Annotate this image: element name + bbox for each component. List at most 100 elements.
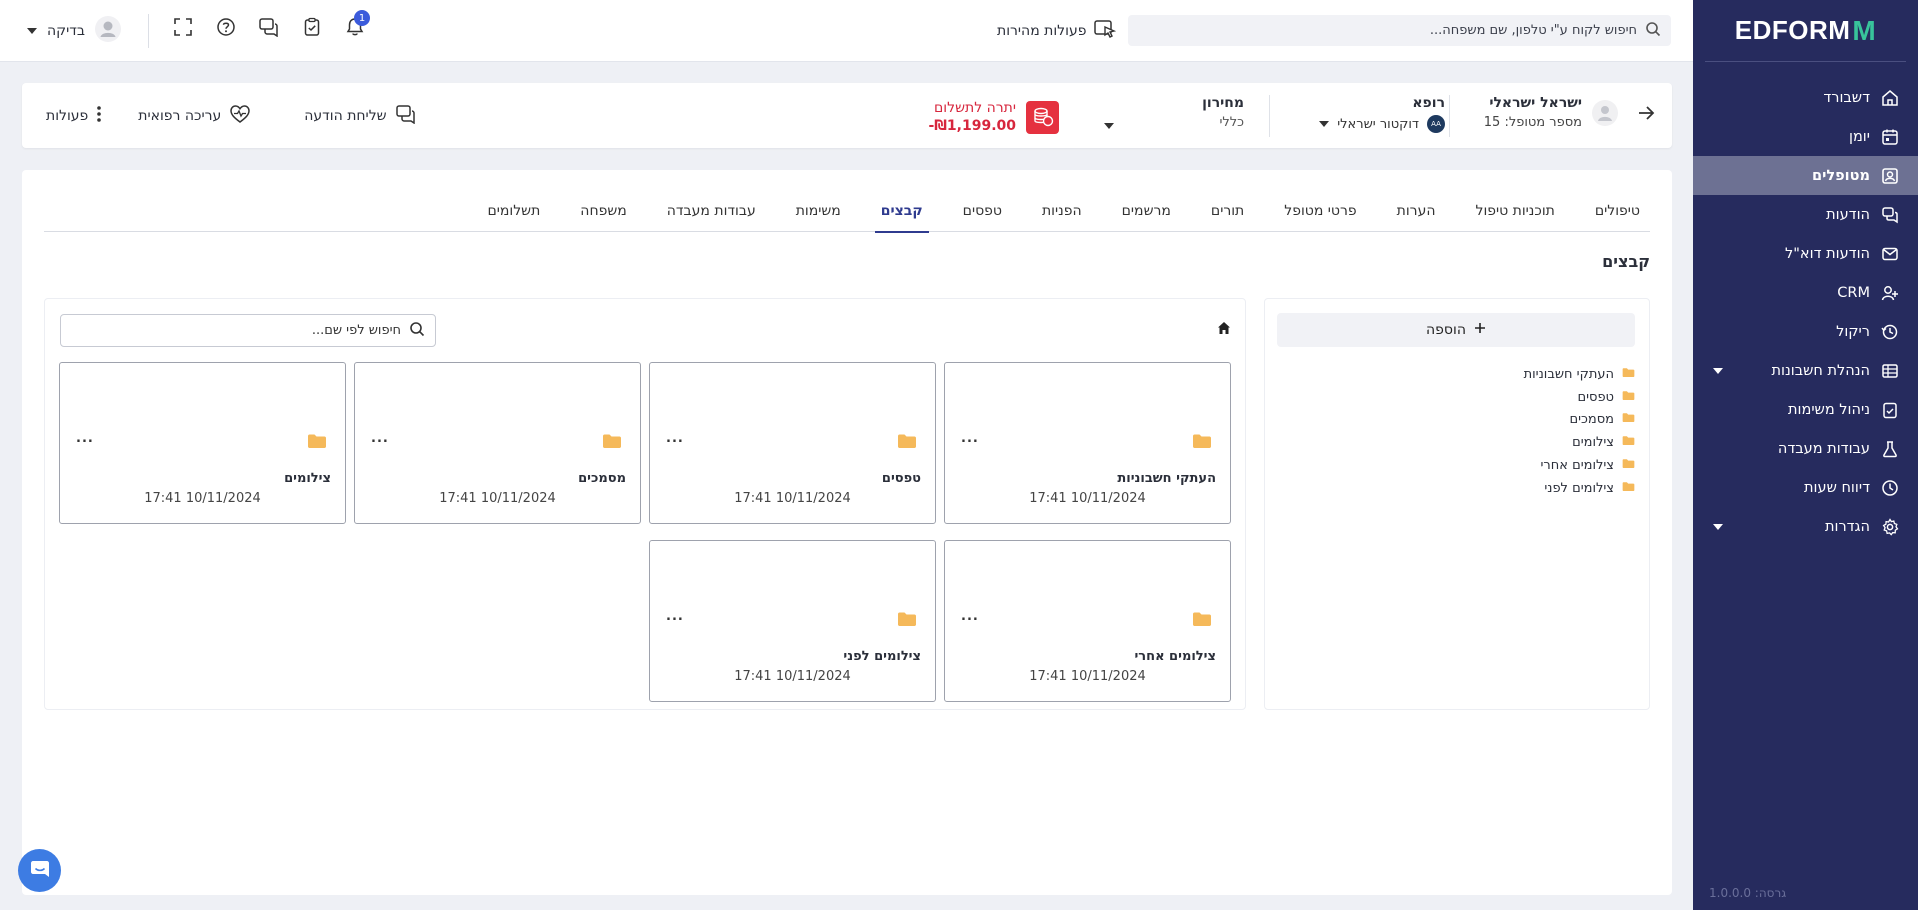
folder-tree-item[interactable]: צילומים לפני bbox=[1524, 477, 1635, 500]
more-options-button[interactable]: ... bbox=[666, 431, 684, 446]
add-button[interactable]: הוספה bbox=[1277, 313, 1635, 347]
chevron-down-icon bbox=[1713, 523, 1723, 530]
chat-button[interactable] bbox=[256, 16, 282, 42]
medical-edit-label: עריכה רפואית bbox=[138, 108, 222, 124]
sidebar-item-label: עבודות מעבדה bbox=[1777, 440, 1870, 457]
coins-icon bbox=[1026, 100, 1059, 134]
folder-icon bbox=[897, 433, 917, 453]
file-search-input[interactable] bbox=[71, 323, 409, 338]
files-panel: ... העתקי חשבוניות 17:41 10/11/2024 ... טפסי… bbox=[44, 298, 1246, 710]
notifications-button[interactable]: 1 bbox=[342, 10, 370, 42]
tab-0[interactable]: טיפולים bbox=[1589, 190, 1646, 232]
tab-11[interactable]: משפחה bbox=[574, 190, 632, 232]
folder-tree-item[interactable]: טפסים bbox=[1524, 386, 1635, 409]
user-name: בדיקה bbox=[47, 23, 85, 39]
tab-12[interactable]: תשלומים bbox=[481, 190, 546, 232]
accounting-icon bbox=[1880, 361, 1900, 381]
user-menu[interactable]: בדיקה bbox=[27, 16, 121, 46]
sidebar-item-mail[interactable]: הודעות דוא"ל bbox=[1693, 234, 1918, 273]
customer-search[interactable] bbox=[1128, 15, 1671, 46]
sidebar-item-calendar[interactable]: יומן bbox=[1693, 117, 1918, 156]
folder-card[interactable]: ... צילומים 17:41 10/11/2024 bbox=[59, 362, 346, 524]
medical-edit-button[interactable]: עריכה רפואית bbox=[138, 104, 251, 128]
help-icon bbox=[216, 17, 236, 41]
folder-tree: העתקי חשבוניות טפסים מסמכים צילומים צילומים … bbox=[1524, 363, 1635, 500]
support-chat-button[interactable] bbox=[18, 849, 61, 892]
sidebar-item-tasks[interactable]: ניהול משימות bbox=[1693, 390, 1918, 429]
patients-icon bbox=[1880, 166, 1900, 186]
divider bbox=[1449, 95, 1450, 137]
tab-3[interactable]: פרטי מטופל bbox=[1278, 190, 1362, 232]
sidebar-item-messages[interactable]: הודעות bbox=[1693, 195, 1918, 234]
folder-tree-item[interactable]: צילומים bbox=[1524, 431, 1635, 454]
folder-tree-item[interactable]: צילומים אחרי bbox=[1524, 454, 1635, 477]
tasks-button[interactable] bbox=[299, 16, 325, 42]
actions-menu-button[interactable]: פעולות bbox=[46, 105, 102, 127]
quick-actions-label: פעולות מהירות bbox=[997, 23, 1087, 39]
folder-icon bbox=[897, 611, 917, 631]
sidebar-item-clock[interactable]: דיווח שעות bbox=[1693, 468, 1918, 507]
tab-5[interactable]: מרשמים bbox=[1116, 190, 1177, 232]
search-icon bbox=[409, 321, 425, 341]
sidebar-item-crm[interactable]: CRM bbox=[1693, 273, 1918, 312]
chevron-down-icon bbox=[27, 28, 37, 34]
send-message-button[interactable]: שליחת הודעה bbox=[304, 104, 416, 128]
more-options-button[interactable]: ... bbox=[961, 609, 979, 624]
balance-label: יתרה לתשלום bbox=[934, 100, 1016, 116]
folder-tree-item[interactable]: מסמכים bbox=[1524, 409, 1635, 432]
folder-card[interactable]: ... מסמכים 17:41 10/11/2024 bbox=[354, 362, 641, 524]
plus-icon bbox=[1474, 322, 1486, 338]
sidebar-nav: דשבורד יומן מטופלים הודעות הודעות דוא"ל CRM רי… bbox=[1693, 78, 1918, 546]
folder-card[interactable]: ... העתקי חשבוניות 17:41 10/11/2024 bbox=[944, 362, 1231, 524]
folder-name: העתקי חשבוניות bbox=[1117, 471, 1216, 486]
sidebar-item-settings[interactable]: הגדרות bbox=[1693, 507, 1918, 546]
help-button[interactable] bbox=[213, 16, 239, 42]
patient-actions: פעולות עריכה רפואית שליחת הודעה bbox=[46, 104, 417, 128]
sidebar-item-accounting[interactable]: הנהלת חשבונות bbox=[1693, 351, 1918, 390]
folder-card[interactable]: ... צילומים אחרי 17:41 10/11/2024 bbox=[944, 540, 1231, 702]
doctor-select[interactable]: רופא AA דוקטור ישראלי bbox=[1319, 95, 1445, 133]
tab-6[interactable]: הפניות bbox=[1036, 190, 1088, 232]
sidebar-item-home[interactable]: דשבורד bbox=[1693, 78, 1918, 117]
logo-text: EDFORM bbox=[1734, 15, 1851, 45]
folder-tree-label: צילומים לפני bbox=[1544, 480, 1614, 496]
actions-label: פעולות bbox=[46, 108, 89, 124]
folder-name: צילומים bbox=[284, 471, 331, 486]
more-options-button[interactable]: ... bbox=[371, 431, 389, 446]
folder-tree-panel: הוספה העתקי חשבוניות טפסים מסמכים צילומים צי… bbox=[1264, 298, 1650, 710]
home-button[interactable] bbox=[1217, 321, 1231, 339]
clipboard-check-icon bbox=[302, 17, 322, 41]
more-options-button[interactable]: ... bbox=[961, 431, 979, 446]
quick-actions-button[interactable]: פעולות מהירות bbox=[997, 19, 1117, 43]
folder-tree-item[interactable]: העתקי חשבוניות bbox=[1524, 363, 1635, 386]
folder-card[interactable]: ... טפסים 17:41 10/11/2024 bbox=[649, 362, 936, 524]
top-icons: 1 bbox=[170, 10, 370, 42]
balance-block[interactable]: יתרה לתשלום -₪1,199.00 bbox=[928, 99, 1059, 135]
divider bbox=[1269, 95, 1270, 137]
tab-4[interactable]: תורים bbox=[1205, 190, 1250, 232]
more-options-button[interactable]: ... bbox=[76, 431, 94, 446]
fullscreen-button[interactable] bbox=[170, 16, 196, 42]
logo: EDFORM M bbox=[1705, 0, 1906, 62]
sidebar-item-patients[interactable]: מטופלים bbox=[1693, 156, 1918, 195]
main-card: טיפולים תוכניות טיפול הערות פרטי מטופל תורים… bbox=[22, 170, 1672, 895]
more-options-button[interactable]: ... bbox=[666, 609, 684, 624]
sidebar-item-recall[interactable]: ריקול bbox=[1693, 312, 1918, 351]
pricelist-select[interactable]: מחירון כללי bbox=[1104, 95, 1244, 130]
tab-9[interactable]: משימות bbox=[790, 190, 847, 232]
tab-10[interactable]: עבודות מעבדה bbox=[661, 190, 762, 232]
customer-search-input[interactable] bbox=[1138, 23, 1645, 38]
home-icon bbox=[1217, 322, 1231, 339]
back-button[interactable] bbox=[1636, 103, 1656, 127]
sidebar-item-lab[interactable]: עבודות מעבדה bbox=[1693, 429, 1918, 468]
tab-2[interactable]: הערות bbox=[1391, 190, 1442, 232]
tab-7[interactable]: טפסים bbox=[957, 190, 1008, 232]
logo-mark: M bbox=[1852, 14, 1877, 46]
folder-date: 17:41 10/11/2024 bbox=[439, 491, 556, 506]
tab-1[interactable]: תוכניות טיפול bbox=[1469, 190, 1560, 232]
file-search[interactable] bbox=[60, 314, 436, 347]
folder-card[interactable]: ... צילומים לפני 17:41 10/11/2024 bbox=[649, 540, 936, 702]
tab-8[interactable]: קבצים bbox=[874, 190, 929, 233]
sidebar-item-label: דיווח שעות bbox=[1804, 479, 1870, 496]
tasks-icon bbox=[1880, 400, 1900, 420]
